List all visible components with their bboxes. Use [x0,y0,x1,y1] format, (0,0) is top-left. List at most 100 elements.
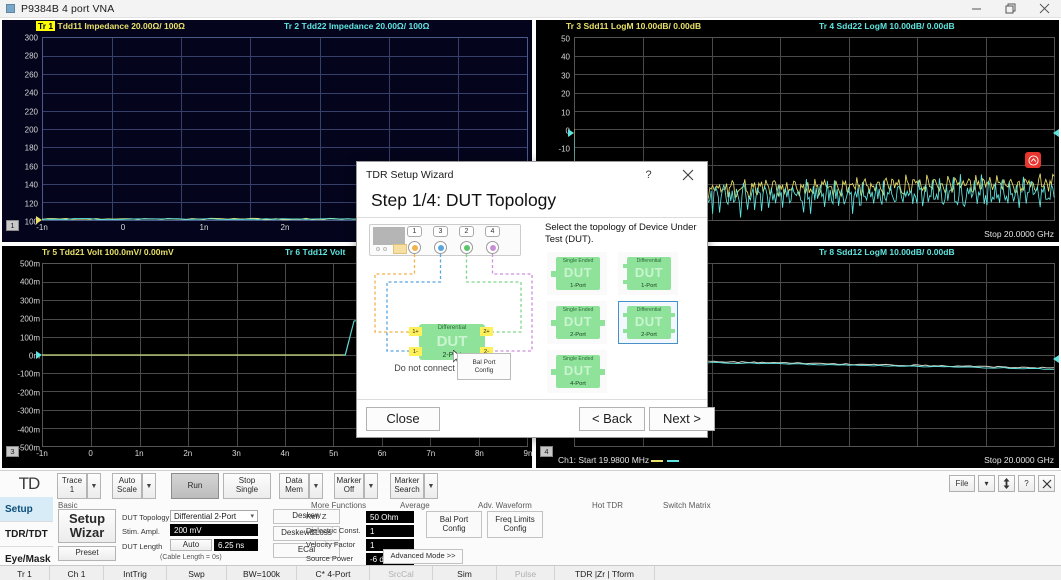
status-cell-pulse[interactable]: Pulse [497,566,555,580]
topology-type-label: Differential [637,307,662,313]
toolbar-button-data-mem[interactable]: Data Mem [279,473,309,499]
x-tick-label: 2n [281,223,290,232]
y-tick-label: -400m [4,425,40,434]
toolbar-button-run[interactable]: Run [171,473,219,499]
reference-marker-left [568,129,574,137]
help-button[interactable]: ? [1018,475,1035,492]
soft-toolbar: TD Setup TDR/TDT Eye/Mask Trace 1 ▼ Auto Scale… [0,470,1061,565]
field-input-ref--z[interactable]: 50 Ohm [366,511,414,523]
avg-button-bal-port[interactable]: Bal Port Config [426,511,482,538]
setup-wizard-line1: Setup [69,512,105,526]
status-cell-inttrig[interactable]: IntTrig [104,566,167,580]
dialog-close-button[interactable]: Close [366,407,440,431]
toolbar-button-trace-1[interactable]: Trace 1 [57,473,87,499]
trace-6-header[interactable]: Tr 6 Tdd12 Volt [285,247,345,257]
status-cell-ch-1[interactable]: Ch 1 [50,566,104,580]
advanced-mode-label: Advanced Mode >> [390,552,455,560]
chevron-down-icon[interactable]: ▼ [87,473,101,499]
x-tick-label: 6n [378,449,387,458]
advanced-mode-button[interactable]: Advanced Mode >> [383,549,463,564]
pin-label-1m: 1- [409,347,422,356]
preset-button[interactable]: Preset [58,546,116,561]
topology-card-differential-2-port[interactable]: Differential DUT 2-Port [618,301,678,344]
status-cell-tdr-zr-tform[interactable]: TDR |Zr | Tform [555,566,655,580]
chevron-down-icon[interactable]: ▼ [424,473,438,499]
bal-port-line1: Bal Port [472,359,495,366]
dialog-back-button[interactable]: < Back [579,407,645,431]
updown-button[interactable] [998,475,1015,492]
status-cell-c-4-port[interactable]: C* 4-Port [297,566,370,580]
trace-1-header[interactable]: Tr 1 Tdd11 Impedance 20.00Ω/ 100Ω [36,21,185,31]
status-cell-tr-1[interactable]: Tr 1 [0,566,50,580]
trace-3-header[interactable]: Tr 3 Sdd11 LogM 10.00dB/ 0.00dB [566,21,701,31]
bal-port-config-button[interactable]: Bal Port Config [457,353,511,380]
trace-2-header[interactable]: Tr 2 Tdd22 Impedance 20.00Ω/ 100Ω [284,21,429,31]
chevron-down-icon[interactable]: ▼ [309,473,323,499]
chevron-down-icon[interactable]: ▼ [364,473,378,499]
sidebar-tab-tdr-tdt[interactable]: TDR/TDT [0,522,53,547]
topology-card-single-ended-2-port[interactable]: Single Ended DUT 2-Port [547,301,607,344]
dut-topology-combo[interactable]: Differential 2-Port ▾ [170,510,258,522]
close-icon[interactable] [1027,0,1061,18]
trace-1-label: Tdd11 Impedance 20.00Ω/ 100Ω [58,21,186,31]
field-label-ref--z: Ref. Z [306,512,326,521]
topology-pin-graphic [670,313,675,317]
restore-icon[interactable] [993,0,1027,18]
status-cell-bw-100k[interactable]: BW=100k [227,566,297,580]
sidebar-tab-label: Setup [5,504,33,515]
sidebar-tab-setup[interactable]: Setup [0,497,53,522]
dialog-help-icon[interactable]: ? [629,162,668,188]
field-input-dielectric-const-[interactable]: 1 [366,525,414,537]
dialog-close-icon[interactable] [668,162,707,188]
dialog-next-button[interactable]: Next > [649,407,715,431]
warning-badge[interactable] [1025,152,1041,168]
y-tick-label: 30 [540,71,570,80]
window-controls [959,0,1061,18]
button-label-line2: Search [394,486,419,495]
toolbar-button-marker-search[interactable]: Marker Search [390,473,424,499]
topology-card-differential-1-port[interactable]: Differential DUT 1-Port [618,252,678,295]
trace-1-number: Tr 1 [36,21,55,31]
dut-length-input[interactable]: 6.25 ns [214,539,258,551]
trace-8-header[interactable]: Tr 8 Sdd12 LogM 10.00dB/ 0.00dB [819,247,955,257]
topology-card-single-ended-4-port[interactable]: Single Ended DUT 4-Port [547,350,607,393]
trace-4-header[interactable]: Tr 4 Sdd22 LogM 10.00dB/ 0.00dB [819,21,955,31]
softbar-side-tabs: Setup TDR/TDT Eye/Mask [0,497,53,572]
x-tick-label: 5n [329,449,338,458]
toolbar-button-stop-single[interactable]: Stop Single [223,473,271,499]
file-button[interactable]: File [949,475,975,492]
channel-badge[interactable]: 1 [6,220,19,231]
toolbar-button-marker-off[interactable]: Marker Off [334,473,364,499]
topology-port-label: 4-Port [570,381,586,387]
file-dropdown-arrow-icon[interactable]: ▾ [978,475,995,492]
group-title-average: Average [400,501,430,510]
status-cell-srccal[interactable]: SrcCal [370,566,433,580]
x-tick-label: 8n [475,449,484,458]
topology-port-label: 2-Port [641,332,657,338]
trace-4-label: Sdd22 LogM 10.00dB/ 0.00dB [837,21,955,31]
tdr-setup-wizard-dialog[interactable]: TDR Setup Wizard ? Step 1/4: DUT Topolog… [356,161,708,438]
button-label-line2: Mem [285,486,303,495]
stim-ampl-label: Stim. Ampl. [122,527,160,536]
avg-button-freq-limits[interactable]: Freq Limits Config [487,511,543,538]
button-label-line2: Config [503,525,526,534]
setup-wizard-button[interactable]: Setup Wizar [58,509,116,543]
close-button[interactable] [1038,475,1055,492]
minimize-icon[interactable] [959,0,993,18]
dut-type-label: Differential [438,325,467,331]
topology-card-single-ended-1-port[interactable]: Single Ended DUT 1-Port [547,252,607,295]
status-cell-sim[interactable]: Sim [433,566,497,580]
status-cell-swp[interactable]: Swp [167,566,227,580]
channel-badge[interactable]: 3 [6,446,19,457]
chevron-down-icon[interactable]: ▼ [142,473,156,499]
channel-badge[interactable]: 4 [540,446,553,457]
topology-dut-graphic: Differential DUT 2-Port [627,306,671,339]
y-tick-label: 200 [8,126,38,135]
group-title-adv-waveform: Adv. Waveform [478,501,532,510]
stim-ampl-input[interactable]: 200 mV [170,524,258,536]
trace-5-header[interactable]: Tr 5 Tdd21 Volt 100.0mV/ 0.00mV [42,247,174,257]
toolbar-button-auto-scale[interactable]: Auto Scale [112,473,142,499]
dut-length-auto-button[interactable]: Auto [170,539,212,551]
topology-pin-graphic [551,320,557,326]
y-tick-label: 100m [4,333,40,342]
